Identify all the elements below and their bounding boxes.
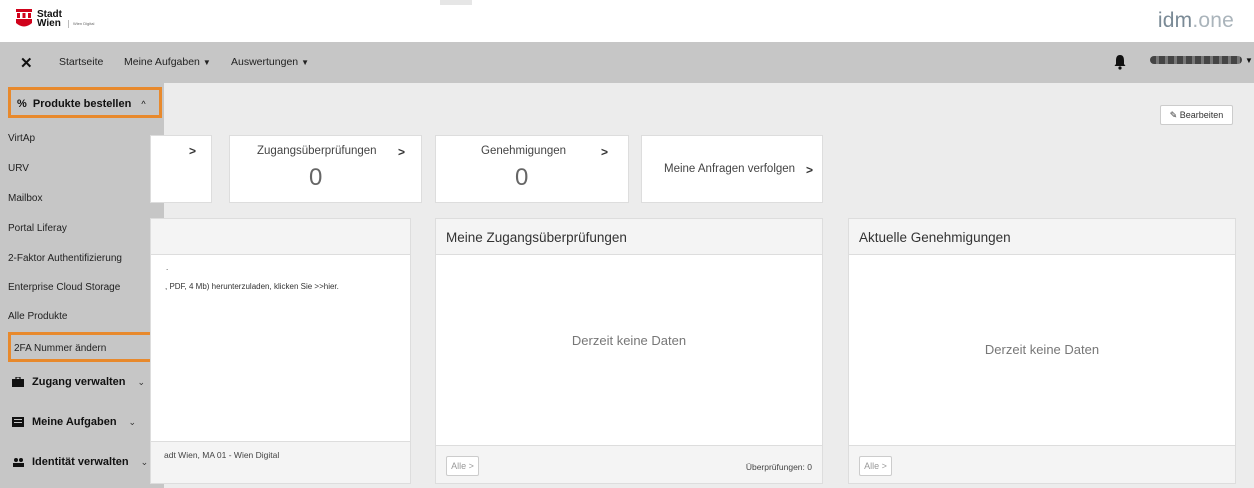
- sidebar-item-change-2fa-number[interactable]: 2FA Nummer ändern: [8, 332, 162, 362]
- panel-info-header: [151, 219, 410, 255]
- sidebar-section-identity[interactable]: Identität verwalten ⌄: [12, 456, 148, 468]
- panel-my-access-reviews-title: Meine Zugangsüberprüfungen: [436, 219, 822, 255]
- briefcase-icon: [12, 376, 24, 387]
- sidebar-item-virtap[interactable]: VirtAp: [8, 133, 35, 144]
- tile-my-requests-title: Meine Anfragen verfolgen: [664, 163, 796, 175]
- panel-info-footer: adt Wien, MA 01 - Wien Digital: [151, 441, 410, 483]
- reviews-count: Überprüfungen: 0: [745, 462, 812, 472]
- tile-partial[interactable]: >: [150, 135, 212, 203]
- alle-button-label: Alle: [864, 461, 880, 471]
- list-icon: [12, 417, 24, 427]
- alle-button[interactable]: Alle >: [859, 456, 892, 476]
- nav-reports-label: Auswertungen: [231, 56, 299, 68]
- panel-current-approvals-title: Aktuelle Genehmigungen: [849, 219, 1235, 255]
- nav-home[interactable]: Startseite: [59, 56, 103, 68]
- logo-line-2: Wien: [37, 18, 61, 29]
- sidebar-section-access-label: Zugang verwalten: [32, 376, 126, 388]
- users-icon: [12, 457, 24, 467]
- user-menu[interactable]: ▼: [1150, 54, 1253, 66]
- tile-my-requests[interactable]: Meine Anfragen verfolgen >: [641, 135, 823, 203]
- brand-suffix: .one: [1192, 9, 1234, 32]
- chevron-down-icon: ⌄: [140, 456, 149, 467]
- sidebar-section-identity-label: Identität verwalten: [32, 456, 129, 468]
- idm-brand: idm.one: [1158, 9, 1234, 33]
- chevron-down-icon: ⌄: [137, 376, 146, 387]
- main-navbar: ✕ Startseite Meine Aufgaben ▼ Auswertunge…: [0, 42, 1254, 83]
- tile-access-reviews-count: 0: [309, 164, 323, 191]
- logo-text: Stadt Wien: [37, 10, 62, 29]
- caret-down-icon: ▼: [301, 58, 310, 67]
- bell-icon[interactable]: [1113, 54, 1127, 70]
- stadt-wien-logo[interactable]: Stadt Wien Wien Digital: [16, 9, 94, 29]
- panel-info-download-text[interactable]: , PDF, 4 Mb) herunterzuladen, klicken Si…: [165, 282, 339, 291]
- user-name-redacted: [1150, 56, 1242, 65]
- edit-button-label: Bearbeiten: [1179, 110, 1224, 120]
- panel-info: . , PDF, 4 Mb) herunterzuladen, klicken …: [150, 218, 411, 484]
- nav-my-tasks[interactable]: Meine Aufgaben ▼: [124, 56, 211, 68]
- caret-down-icon: ▼: [1245, 56, 1253, 65]
- chevron-right-icon: >: [189, 144, 197, 158]
- panel-info-footer-text: adt Wien, MA 01 - Wien Digital: [164, 450, 280, 460]
- close-menu-icon[interactable]: ✕: [20, 54, 33, 72]
- sidebar-item-portal-liferay[interactable]: Portal Liferay: [8, 223, 67, 234]
- nav-reports[interactable]: Auswertungen ▼: [231, 56, 309, 68]
- logo-subtitle: Wien Digital: [68, 20, 94, 28]
- edit-button[interactable]: ✎ Bearbeiten: [1160, 105, 1233, 125]
- tile-access-reviews[interactable]: Zugangsüberprüfungen > 0: [229, 135, 422, 203]
- chevron-right-icon: >: [601, 145, 609, 159]
- sidebar-section-my-tasks[interactable]: Meine Aufgaben ⌄: [12, 416, 136, 428]
- tile-access-reviews-title: Zugangsüberprüfungen: [257, 145, 377, 157]
- panel-my-access-reviews-empty: Derzeit keine Daten: [571, 333, 687, 348]
- sidebar-item-urv[interactable]: URV: [8, 163, 29, 174]
- sidebar-menu: % Produkte bestellen ^ VirtAp URV Mailbox…: [0, 83, 164, 488]
- sidebar-item-all-products[interactable]: Alle Produkte: [8, 311, 67, 322]
- panel-my-access-reviews-footer: Alle > Überprüfungen: 0: [436, 445, 822, 483]
- top-tab-indicator: [440, 0, 472, 5]
- tile-approvals-title: Genehmigungen: [481, 145, 567, 157]
- sidebar-item-order-products[interactable]: % Produkte bestellen ^: [8, 87, 162, 118]
- sidebar-item-mailbox[interactable]: Mailbox: [8, 193, 42, 204]
- link-icon: %: [17, 98, 27, 110]
- sidebar-item-2fa[interactable]: 2-Faktor Authentifizierung: [8, 253, 122, 264]
- wien-logo-icon: [16, 9, 32, 29]
- sidebar-section-access[interactable]: Zugang verwalten ⌄: [12, 376, 145, 388]
- panel-my-access-reviews: Meine Zugangsüberprüfungen Derzeit keine…: [435, 218, 823, 484]
- pencil-icon: ✎: [1169, 110, 1178, 120]
- brand-main: idm: [1157, 9, 1193, 32]
- sidebar-section-my-tasks-label: Meine Aufgaben: [32, 416, 117, 428]
- tile-approvals-count: 0: [515, 164, 529, 191]
- tile-approvals[interactable]: Genehmigungen > 0: [435, 135, 629, 203]
- nav-my-tasks-label: Meine Aufgaben: [124, 56, 200, 68]
- top-header: Stadt Wien Wien Digital idm.one: [0, 0, 1254, 42]
- chevron-down-icon: ⌄: [128, 416, 137, 427]
- panel-current-approvals-empty: Derzeit keine Daten: [984, 342, 1100, 357]
- chevron-right-icon: >: [806, 163, 814, 177]
- chevron-up-icon: ^: [141, 99, 146, 109]
- panel-current-approvals: Aktuelle Genehmigungen Derzeit keine Dat…: [848, 218, 1236, 484]
- alle-button[interactable]: Alle >: [446, 456, 479, 476]
- caret-down-icon: ▼: [202, 58, 211, 67]
- sidebar-order-products-label: Produkte bestellen: [32, 98, 132, 110]
- sidebar-item-cloud-storage[interactable]: Enterprise Cloud Storage: [8, 282, 120, 293]
- alle-button-label: Alle: [451, 461, 467, 471]
- chevron-right-icon: >: [398, 145, 406, 159]
- panel-info-ellipsis: .: [166, 263, 169, 272]
- panel-current-approvals-footer: Alle >: [849, 445, 1235, 483]
